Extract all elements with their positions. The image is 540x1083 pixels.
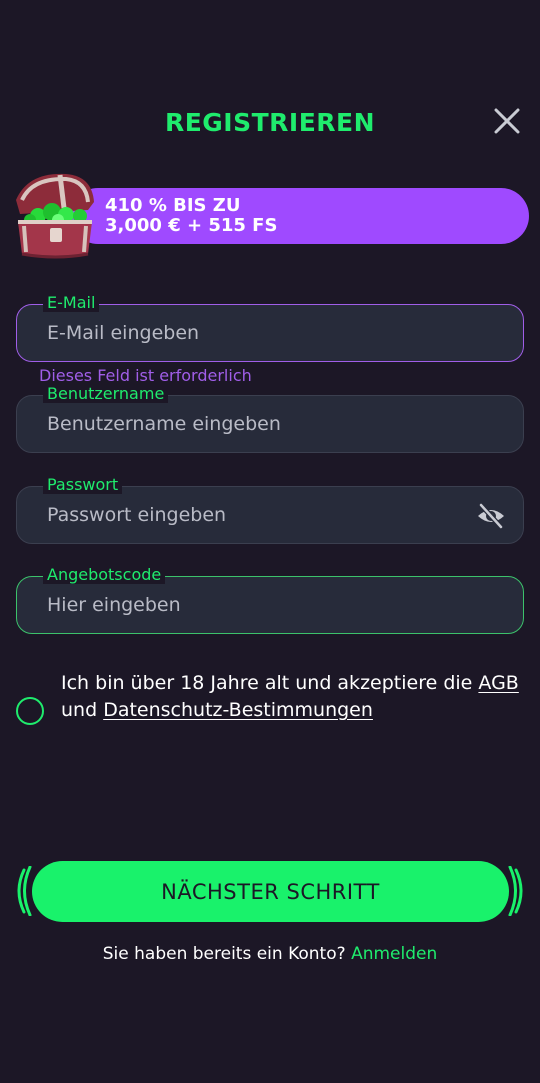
bonus-text: 410 % BIS ZU 3,000 € + 515 FS: [105, 196, 277, 236]
terms-text: Ich bin über 18 Jahre alt und akzeptiere…: [61, 670, 521, 724]
email-input[interactable]: [47, 305, 467, 361]
treasure-chest-icon: [16, 173, 94, 259]
email-field: E-Mail: [16, 294, 524, 362]
username-field: Benutzername: [16, 385, 524, 453]
eye-off-icon[interactable]: [476, 501, 506, 531]
promo-code-field: Angebotscode: [16, 566, 524, 634]
privacy-link[interactable]: Datenschutz-Bestimmungen: [103, 699, 373, 721]
terms-checkbox[interactable]: [16, 697, 44, 725]
promo-code-input[interactable]: [47, 577, 467, 633]
password-field: Passwort: [16, 476, 524, 544]
login-prompt-text: Sie haben bereits ein Konto?: [102, 944, 346, 964]
left-wave-decoration: [17, 866, 32, 916]
close-button[interactable]: [490, 104, 524, 138]
terms-text-middle: und: [61, 699, 104, 721]
email-error-message: Dieses Feld ist erforderlich: [39, 366, 252, 385]
login-prompt-line: Sie haben bereits ein Konto? Anmelden: [0, 944, 540, 964]
agb-link[interactable]: AGB: [478, 672, 518, 694]
password-input[interactable]: [47, 487, 467, 543]
page-title: REGISTRIEREN: [164, 108, 376, 137]
bonus-banner: 410 % BIS ZU 3,000 € + 515 FS: [70, 188, 529, 244]
right-wave-decoration: [508, 866, 523, 916]
close-icon: [494, 108, 520, 134]
terms-text-before: Ich bin über 18 Jahre alt und akzeptiere…: [61, 672, 479, 694]
username-input[interactable]: [47, 396, 467, 452]
bonus-line-1: 410 % BIS ZU: [105, 195, 241, 216]
login-link[interactable]: Anmelden: [351, 944, 437, 964]
next-step-button[interactable]: NÄCHSTER SCHRITT: [32, 861, 509, 922]
bonus-line-2: 3,000 € + 515 FS: [105, 215, 278, 236]
